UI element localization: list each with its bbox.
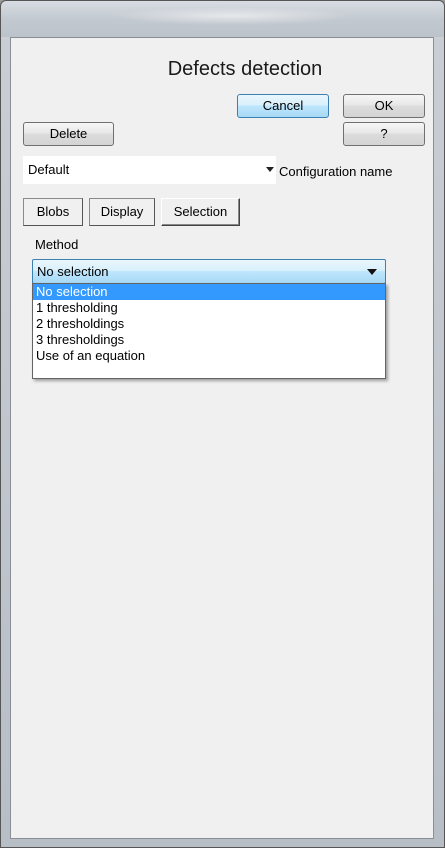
dialog-client-area: Defects detection Cancel OK Delete ? Def… xyxy=(10,37,434,839)
dialog-window: Defects detection Cancel OK Delete ? Def… xyxy=(0,0,445,848)
cancel-button[interactable]: Cancel xyxy=(237,94,329,118)
ok-button[interactable]: OK xyxy=(343,94,425,118)
method-option-1-thresholding[interactable]: 1 thresholding xyxy=(33,300,385,316)
delete-button[interactable]: Delete xyxy=(23,122,114,146)
title-bar[interactable] xyxy=(1,1,444,37)
tab-selection[interactable]: Selection xyxy=(161,198,240,226)
method-option-3-thresholdings[interactable]: 3 thresholdings xyxy=(33,332,385,348)
tab-display[interactable]: Display xyxy=(89,198,155,226)
method-dropdown-list: No selection 1 thresholding 2 thresholdi… xyxy=(32,283,386,379)
chevron-down-icon[interactable] xyxy=(367,269,377,275)
method-selected-value: No selection xyxy=(37,264,109,279)
method-option-2-thresholdings[interactable]: 2 thresholdings xyxy=(33,316,385,332)
dialog-heading: Defects detection xyxy=(167,58,323,80)
chevron-down-icon[interactable] xyxy=(266,167,274,172)
tab-blobs[interactable]: Blobs xyxy=(23,198,83,226)
configuration-name-value: Default xyxy=(28,162,70,177)
method-label: Method xyxy=(35,237,79,252)
method-option-equation[interactable]: Use of an equation xyxy=(33,348,385,364)
configuration-name-label: Configuration name xyxy=(279,164,393,179)
title-bar-glass xyxy=(111,7,351,25)
configuration-name-combo[interactable]: Default xyxy=(23,156,276,184)
method-select[interactable]: No selection xyxy=(32,259,386,284)
method-option-no-selection[interactable]: No selection xyxy=(33,284,385,300)
help-button[interactable]: ? xyxy=(343,122,425,146)
